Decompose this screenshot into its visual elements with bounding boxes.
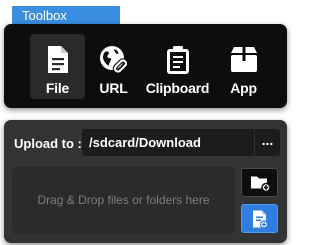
source-app-label: App (230, 80, 257, 96)
source-selector-panel: File URL Clipboard App (4, 24, 287, 108)
clipboard-icon (165, 45, 191, 80)
add-file-button[interactable] (241, 204, 278, 233)
upload-panel: Upload to : /sdcard/Download ... Drag & … (4, 120, 287, 243)
source-url-button[interactable]: URL (86, 34, 141, 99)
globe-link-icon (99, 45, 129, 80)
toolbox-title-tab: Toolbox (12, 6, 120, 26)
file-icon (46, 45, 70, 79)
upload-to-label: Upload to : (14, 136, 82, 151)
source-app-button[interactable]: App (216, 34, 271, 99)
source-clipboard-button[interactable]: Clipboard (146, 34, 209, 99)
drop-zone[interactable]: Drag & Drop files or folders here (12, 167, 235, 234)
add-folder-button[interactable] (241, 168, 278, 197)
upload-path-field[interactable]: /sdcard/Download ... (82, 129, 280, 156)
source-clipboard-label: Clipboard (145, 80, 210, 96)
upload-path-text: /sdcard/Download (89, 135, 201, 150)
browse-path-button[interactable]: ... (254, 129, 280, 156)
app-box-icon (230, 45, 258, 78)
